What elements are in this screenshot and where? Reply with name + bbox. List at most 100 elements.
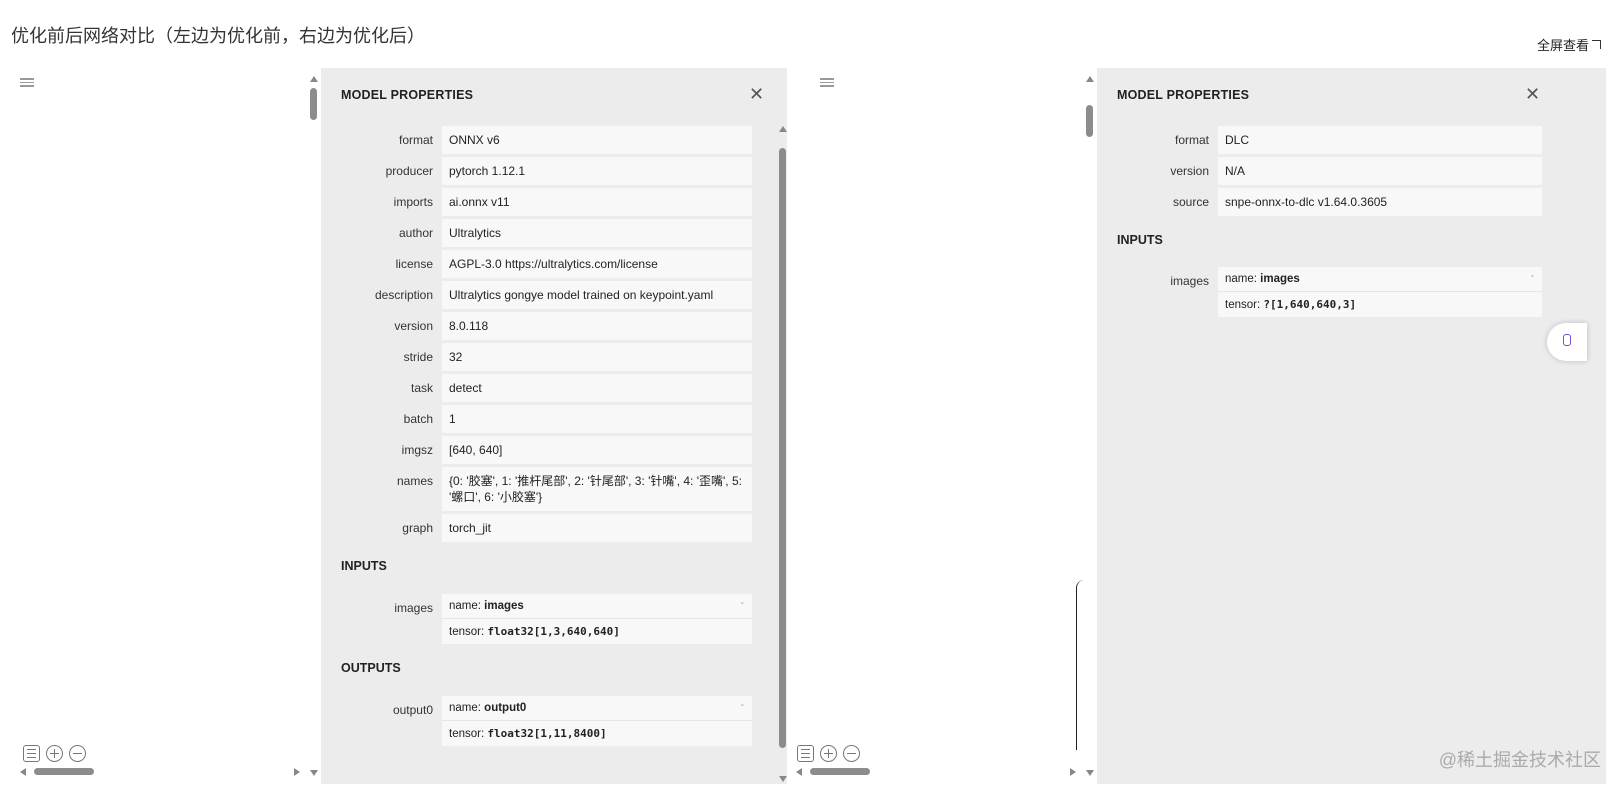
close-icon[interactable]: ✕	[1525, 84, 1540, 105]
scroll-right-arrow-icon[interactable]	[294, 768, 300, 776]
fullscreen-button[interactable]: 全屏查看	[1537, 35, 1601, 54]
scroll-left-arrow-icon[interactable]	[796, 768, 802, 776]
property-value: AGPL-3.0 https://ultralytics.com/license	[442, 250, 752, 278]
property-stride: stride 32	[341, 343, 752, 371]
panel-vertical-scrollbar[interactable]	[777, 126, 787, 782]
panel-header: MODEL PROPERTIES	[1117, 88, 1250, 102]
property-names: names {0: '胶塞', 1: '推杆尾部', 2: '针尾部', 3: …	[341, 467, 752, 511]
outputs-section-title: OUTPUTS	[341, 661, 401, 675]
property-value: Ultralytics	[442, 219, 752, 247]
io-name-line: name: images -	[1218, 267, 1542, 291]
property-value: DLC	[1218, 126, 1542, 154]
property-description: description Ultralytics gongye model tra…	[341, 281, 752, 309]
io-name: images	[484, 600, 524, 612]
scroll-thumb[interactable]	[810, 768, 870, 775]
property-license: license AGPL-3.0 https://ultralytics.com…	[341, 250, 752, 278]
property-label: graph	[402, 521, 433, 535]
assistant-icon	[1563, 334, 1571, 346]
scroll-thumb[interactable]	[34, 768, 94, 775]
close-icon[interactable]: ✕	[749, 84, 764, 105]
scroll-down-arrow-icon[interactable]	[1086, 770, 1094, 776]
property-label: format	[1174, 133, 1209, 147]
property-label: version	[1170, 164, 1209, 178]
property-value: torch_jit	[442, 514, 752, 542]
scroll-down-arrow-icon[interactable]	[779, 776, 787, 782]
io-box: name: output0 - tensor: float32[1,11,840…	[442, 696, 752, 746]
graph-horizontal-scrollbar[interactable]	[20, 766, 300, 778]
model-properties-panel: MODEL PROPERTIES ✕ format ONNX v6 produc…	[321, 68, 787, 784]
list-icon[interactable]	[797, 745, 814, 762]
io-name: images	[1260, 273, 1300, 285]
property-label: author	[398, 226, 433, 240]
graph-vertical-scrollbar[interactable]	[308, 68, 320, 776]
collapse-toggle[interactable]: -	[741, 700, 744, 711]
scroll-thumb[interactable]	[1086, 105, 1093, 137]
property-label: task	[410, 381, 433, 395]
menu-icon[interactable]	[20, 76, 34, 90]
io-name-prefix: name:	[449, 600, 485, 612]
io-tensor-line: tensor: float32[1,3,640,640]	[442, 618, 752, 644]
viewer-after: MODEL PROPERTIES ✕ format DLC version N/…	[796, 68, 1606, 784]
io-box: name: images - tensor: ?[1,640,640,3]	[1218, 267, 1542, 317]
property-label: description	[374, 288, 433, 302]
io-name-line: name: output0 -	[442, 696, 752, 720]
io-tensor: float32[1,11,8400]	[487, 727, 607, 740]
io-tensor-prefix: tensor:	[449, 626, 488, 638]
zoom-toolbar	[23, 745, 86, 762]
property-value: pytorch 1.12.1	[442, 157, 752, 185]
io-tensor: float32[1,3,640,640]	[487, 625, 620, 638]
panel-header: MODEL PROPERTIES	[341, 88, 474, 102]
property-value: 1	[442, 405, 752, 433]
property-label: stride	[403, 350, 433, 364]
io-name-prefix: name:	[1225, 273, 1261, 285]
property-graph: graph torch_jit	[341, 514, 752, 542]
fullscreen-icon	[1592, 40, 1601, 49]
fullscreen-label: 全屏查看	[1536, 38, 1589, 53]
io-tensor-prefix: tensor:	[449, 728, 488, 740]
page-title: 优化前后网络对比（左边为优化前，右边为优化后）	[11, 26, 425, 46]
scroll-right-arrow-icon[interactable]	[1070, 768, 1076, 776]
output-output0: output0 name: output0 - tensor: float32[…	[341, 696, 752, 746]
io-tensor-line: tensor: ?[1,640,640,3]	[1218, 291, 1542, 317]
scroll-up-arrow-icon[interactable]	[310, 76, 318, 82]
inputs-section-title: INPUTS	[1117, 233, 1163, 247]
zoom-out-icon[interactable]	[843, 745, 860, 762]
list-icon[interactable]	[23, 745, 40, 762]
menu-icon[interactable]	[820, 76, 834, 90]
property-task: task detect	[341, 374, 752, 402]
side-assistant-button[interactable]	[1547, 323, 1587, 361]
scroll-down-arrow-icon[interactable]	[310, 770, 318, 776]
property-label: producer	[385, 164, 433, 178]
property-label: output0	[392, 703, 433, 717]
io-tensor: ?[1,640,640,3]	[1263, 298, 1357, 311]
property-producer: producer pytorch 1.12.1	[341, 157, 752, 185]
property-format: format DLC	[1117, 126, 1542, 154]
property-label: batch	[403, 412, 433, 426]
property-batch: batch 1	[341, 405, 752, 433]
property-imports: imports ai.onnx v11	[341, 188, 752, 216]
graph-vertical-scrollbar[interactable]	[1084, 68, 1096, 776]
property-label: license	[395, 257, 433, 271]
property-label: source	[1172, 195, 1209, 209]
scroll-up-arrow-icon[interactable]	[1086, 76, 1094, 82]
zoom-in-icon[interactable]	[820, 745, 837, 762]
property-value: [640, 640]	[442, 436, 752, 464]
property-value: ONNX v6	[442, 126, 752, 154]
scroll-left-arrow-icon[interactable]	[20, 768, 26, 776]
property-label: names	[396, 474, 433, 488]
scroll-thumb[interactable]	[310, 88, 317, 120]
property-value: 8.0.118	[442, 312, 752, 340]
scroll-up-arrow-icon[interactable]	[779, 126, 787, 132]
scroll-thumb[interactable]	[779, 148, 786, 748]
property-label: format	[398, 133, 433, 147]
collapse-toggle[interactable]: -	[741, 598, 744, 609]
property-version: version 8.0.118	[341, 312, 752, 340]
io-name-line: name: images -	[442, 594, 752, 618]
zoom-out-icon[interactable]	[69, 745, 86, 762]
property-value: 32	[442, 343, 752, 371]
graph-horizontal-scrollbar[interactable]	[796, 766, 1076, 778]
zoom-in-icon[interactable]	[46, 745, 63, 762]
io-name-prefix: name:	[449, 702, 485, 714]
collapse-toggle[interactable]: -	[1531, 271, 1534, 282]
property-format: format ONNX v6	[341, 126, 752, 154]
